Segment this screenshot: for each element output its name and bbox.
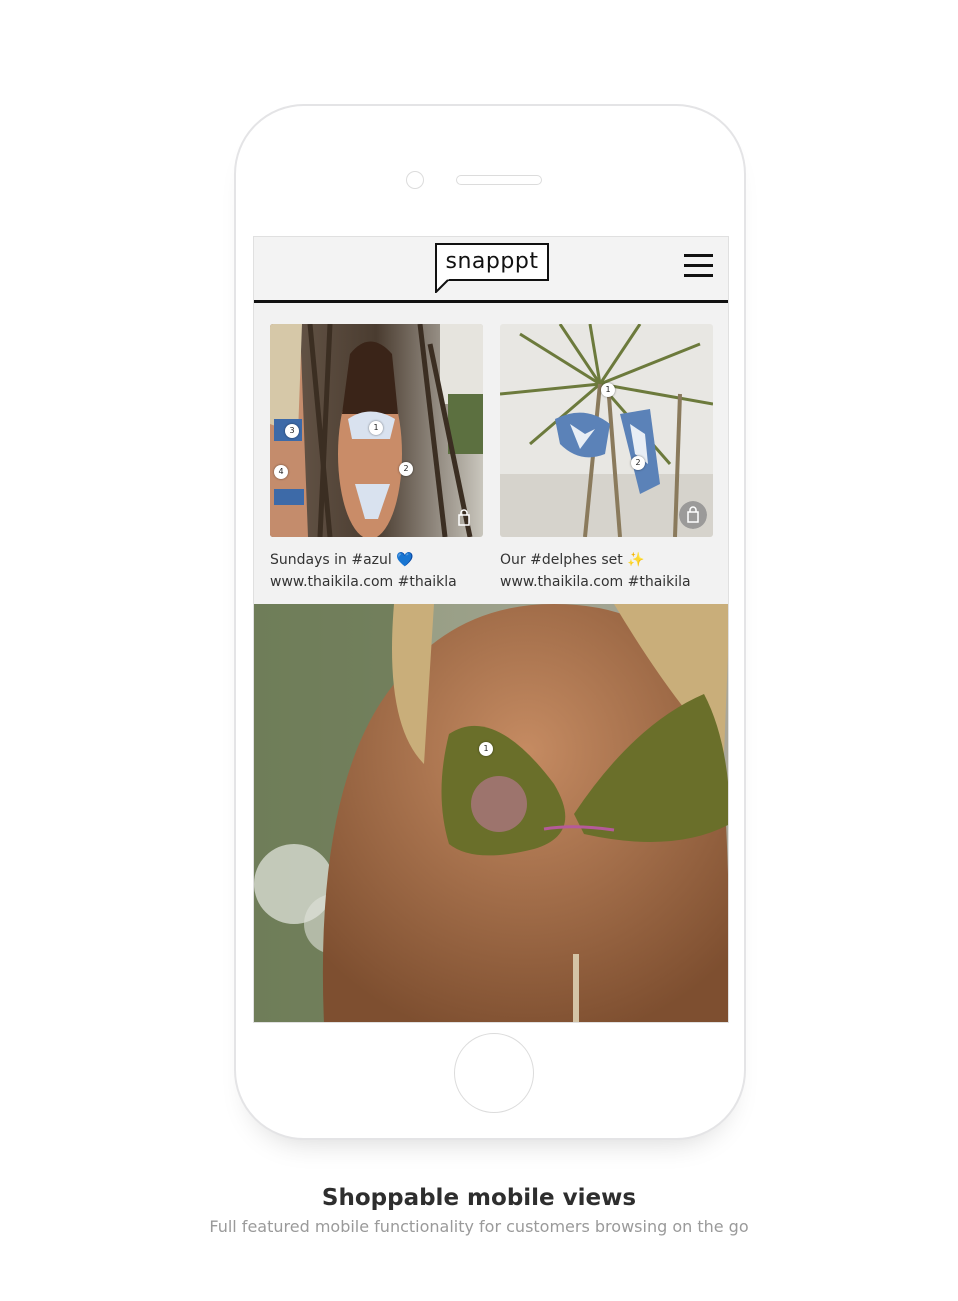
product-hotspot[interactable]: 1: [601, 383, 615, 397]
bikini-on-plant-image: [500, 324, 713, 537]
product-hotspot[interactable]: 2: [631, 456, 645, 470]
shopping-bag-icon[interactable]: [450, 504, 478, 532]
post-image-2[interactable]: 1 2: [500, 324, 713, 537]
featured-post-image[interactable]: 1: [254, 604, 728, 1022]
hamburger-menu-icon[interactable]: [684, 254, 713, 278]
post-caption-line1: Our #delphes set ✨: [500, 552, 645, 568]
app-header: snapppt: [254, 237, 728, 303]
post-caption-line2[interactable]: www.thaikila.com #thaikla: [270, 571, 483, 593]
product-hotspot[interactable]: 2: [399, 462, 413, 476]
front-camera: [406, 171, 424, 189]
crochet-bikini-image: [254, 604, 728, 1022]
post-caption: Sundays in #azul 💙 www.thaikila.com #tha…: [270, 549, 483, 593]
product-hotspot[interactable]: 1: [479, 742, 493, 756]
product-hotspot[interactable]: 3: [285, 424, 299, 438]
product-hotspot[interactable]: 4: [274, 465, 288, 479]
page-subtitle: Full featured mobile functionality for c…: [209, 1217, 749, 1236]
snapppt-logo[interactable]: snapppt: [435, 243, 549, 281]
phone-speaker: [456, 175, 542, 185]
post-card-2[interactable]: 1 2 Our #delphes set ✨ www.thaikila.com …: [500, 324, 713, 593]
post-image-1[interactable]: 1 2 3 4: [270, 324, 483, 537]
post-caption: Our #delphes set ✨ www.thaikila.com #tha…: [500, 549, 713, 593]
home-button[interactable]: [454, 1033, 534, 1113]
post-caption-line2[interactable]: www.thaikila.com #thaikila: [500, 571, 713, 593]
shopping-bag-icon[interactable]: [679, 501, 707, 529]
post-card-1[interactable]: 1 2 3 4 Sundays in #azul 💙 www.thaikila.…: [270, 324, 483, 593]
post-caption-line1: Sundays in #azul 💙: [270, 552, 414, 568]
mobile-screen: snapppt 1 2 3 4 Sundays in #azul 💙 www.t…: [253, 236, 729, 1023]
page-title: Shoppable mobile views: [321, 1185, 637, 1211]
product-hotspot[interactable]: 1: [369, 421, 383, 435]
logo-speech-tail-icon: [435, 279, 449, 293]
